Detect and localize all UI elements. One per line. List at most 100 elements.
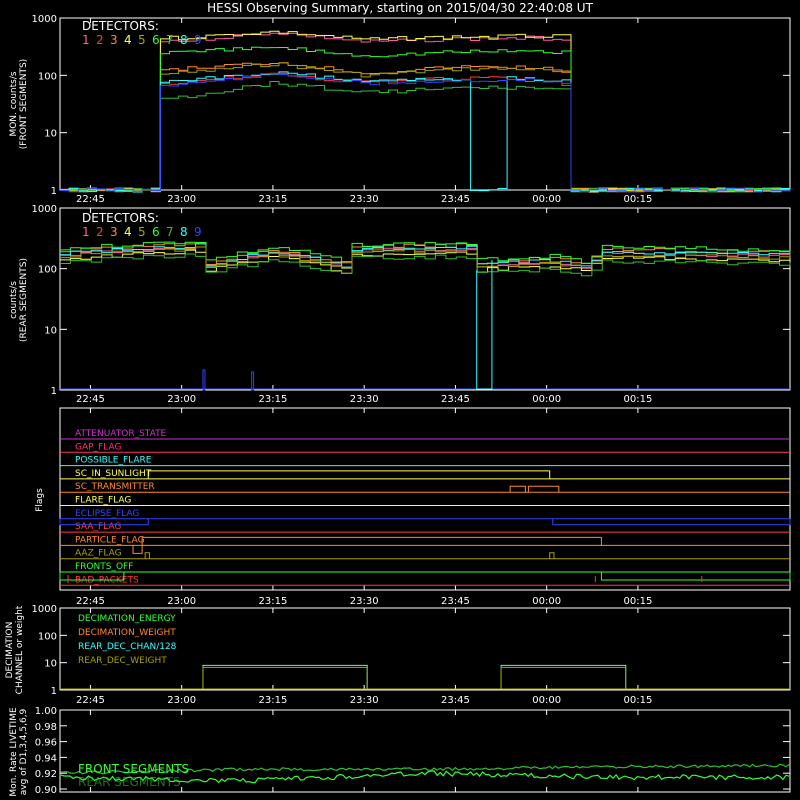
flag-label-sc-transmitter: SC_TRANSMITTER [75,482,155,492]
decimation-panel-y-tick-label: 10 [44,659,57,670]
front-panel-x-tick-label: 00:15 [624,194,653,205]
front-panel-legend-detector-5: 5 [138,33,146,47]
flag-pulse [552,518,791,526]
front-panel-legend-detector-1: 1 [82,33,90,47]
rear-panel-y-label-line: (REAR SEGMENTS) [19,258,29,342]
livetime-label-rear: REAR SEGMENTS [78,775,181,789]
front-panel-y-label-line: MON. counts/s [9,71,19,136]
front-panel-legend-detector-6: 6 [152,33,160,47]
rear-dec-chan-step [202,664,368,689]
flag-pulse [600,572,791,581]
front-panel-x-tick-label: 00:00 [532,194,561,205]
front-series-2 [60,72,791,193]
flag-label-saa-flag: SAA_FLAG [75,522,121,532]
flags-panel-x-tick-label: 22:45 [76,596,105,607]
front-panel-y-tick-label: 1 [51,186,57,197]
decimation-panel-x-tick-label: 23:00 [167,695,196,706]
rear-panel-y-tick-label: 1000 [32,204,57,215]
rear-panel-legend-detector-6: 6 [152,225,160,239]
front-panel-legend-detector-7: 7 [166,33,174,47]
front-panel-legend-detector-2: 2 [96,33,104,47]
livetime-panel-y-label-line: Mon. Rate LIVETIME [9,707,19,797]
flags-panel-y-label: Flags [35,488,45,512]
rear-panel-x-tick-label: 23:00 [167,394,196,405]
decimation-legend-1: DECIMATION_WEIGHT [78,628,176,638]
front-series-1 [60,32,791,193]
decimation-panel-x-tick-label: 22:45 [76,695,105,706]
decimation-panel-y-tick-label: 100 [38,631,57,642]
livetime-label-front: FRONT SEGMENTS [78,762,189,776]
decimation-panel-x-tick-label: 23:15 [259,695,288,706]
rear-panel-y-tick-label: 1 [51,386,57,397]
flag-label-aaz-flag: AAZ_FLAG [75,549,122,559]
decimation-panel-y-label: DECIMATION CHANNEL or weight [5,605,25,694]
flag-pulse [549,552,555,559]
flags-panel-x-tick-label: 23:00 [167,596,196,607]
decimation-legend-3: REAR_DEC_WEIGHT [78,656,167,666]
decimation-panel-x-tick-label: 23:45 [441,695,470,706]
rear-panel-legend-detector-9: 9 [194,225,202,239]
livetime-y-tick-label: 0.92 [35,769,57,780]
rear-panel-x-tick-label: 23:45 [441,394,470,405]
rear-dec-weight-step [202,666,368,689]
rear-panel-legend-detector-2: 2 [96,225,104,239]
front-panel-legend-detector-9: 9 [194,33,202,47]
rear-dropout-spike [251,371,255,391]
flags-panel-x-tick-label: 00:00 [532,596,561,607]
rear-dec-chan-step [500,664,627,689]
front-panel-x-tick-label: 23:15 [259,194,288,205]
front-series-9 [60,73,791,193]
rear-panel-legend-detector-1: 1 [82,225,90,239]
rear-dropout-spike [202,369,206,391]
hessi-summary-chart: HESSI Observing Summary, starting on 201… [5,1,791,797]
decimation-panel-y-tick-label: 1000 [32,604,57,615]
livetime-y-tick-label: 0.94 [35,753,57,764]
flags-panel-x-tick-label: 23:45 [441,596,470,607]
front-panel-x-tick-label: 23:45 [441,194,470,205]
flag-label-possible-flare: POSSIBLE_FLARE [75,456,152,466]
rear-panel-legend-detector-8: 8 [180,225,188,239]
livetime-y-tick-label: 0.98 [35,722,57,733]
flags-panel-x-tick-label: 23:15 [259,596,288,607]
decimation-panel-x-tick-label: 00:00 [532,695,561,706]
rear-dec-weight-step [500,666,627,689]
flags-panel-frame [59,407,791,591]
front-panel-y-label-line: (FRONT SEGMENTS) [19,59,29,149]
rear-panel-y-tick-label: 10 [44,325,57,336]
flag-pulse [527,485,560,493]
rear-panel-x-tick-label: 22:45 [76,394,105,405]
rear-panel-y-tick-label: 100 [38,265,57,276]
rear-panel-legend-detector-4: 4 [124,225,132,239]
rear-detector-8-gap [476,260,493,390]
rear-panel-legend-detector-7: 7 [166,225,174,239]
flag-label-particle-flag: PARTICLE_FLAG [75,535,145,545]
flag-label-gap-flag: GAP_FLAG [75,442,121,452]
front-panel-legend-detector-8: 8 [180,33,188,47]
front-panel-x-tick-label: 23:30 [350,194,379,205]
flag-pulse [141,536,602,546]
flag-label-eclipse-flag: ECLIPSE_FLAG [75,509,139,519]
rear-panel-legend-detector-5: 5 [138,225,146,239]
flag-pulse [509,485,526,493]
front-panel-y-label: MON. counts/s (FRONT SEGMENTS) [9,59,29,149]
livetime-y-tick-label: 0.96 [35,738,57,749]
decimation-panel-x-tick-label: 00:15 [624,695,653,706]
decimation-panel-y-tick-label: 1 [51,686,57,697]
front-series-7 [60,81,791,193]
front-panel-y-tick-label: 100 [38,71,57,82]
flag-pulse [132,545,143,554]
front-panel-x-tick-label: 23:00 [167,194,196,205]
chart-title: HESSI Observing Summary, starting on 201… [207,1,593,15]
flag-label-attenuator-state: ATTENUATOR_STATE [75,429,167,439]
flags-panel-x-tick-label: 00:15 [624,596,653,607]
livetime-y-tick-label: 0.90 [35,785,57,796]
decimation-legend-2: REAR_DEC_CHAN/128 [78,642,177,652]
flag-label-fronts-off: FRONTS_OFF [75,562,133,572]
flag-pulse [147,470,551,479]
rear-panel-x-tick-label: 23:15 [259,394,288,405]
rear-panel-legend-title: DETECTORS: [82,211,159,225]
flag-label-sc-in-sunlight: SC_IN_SUNLIGHT [75,469,152,479]
front-panel-legend-detector-3: 3 [110,33,118,47]
flag-pulse [144,552,150,559]
flags-panel-y-label-line: Flags [35,488,45,512]
